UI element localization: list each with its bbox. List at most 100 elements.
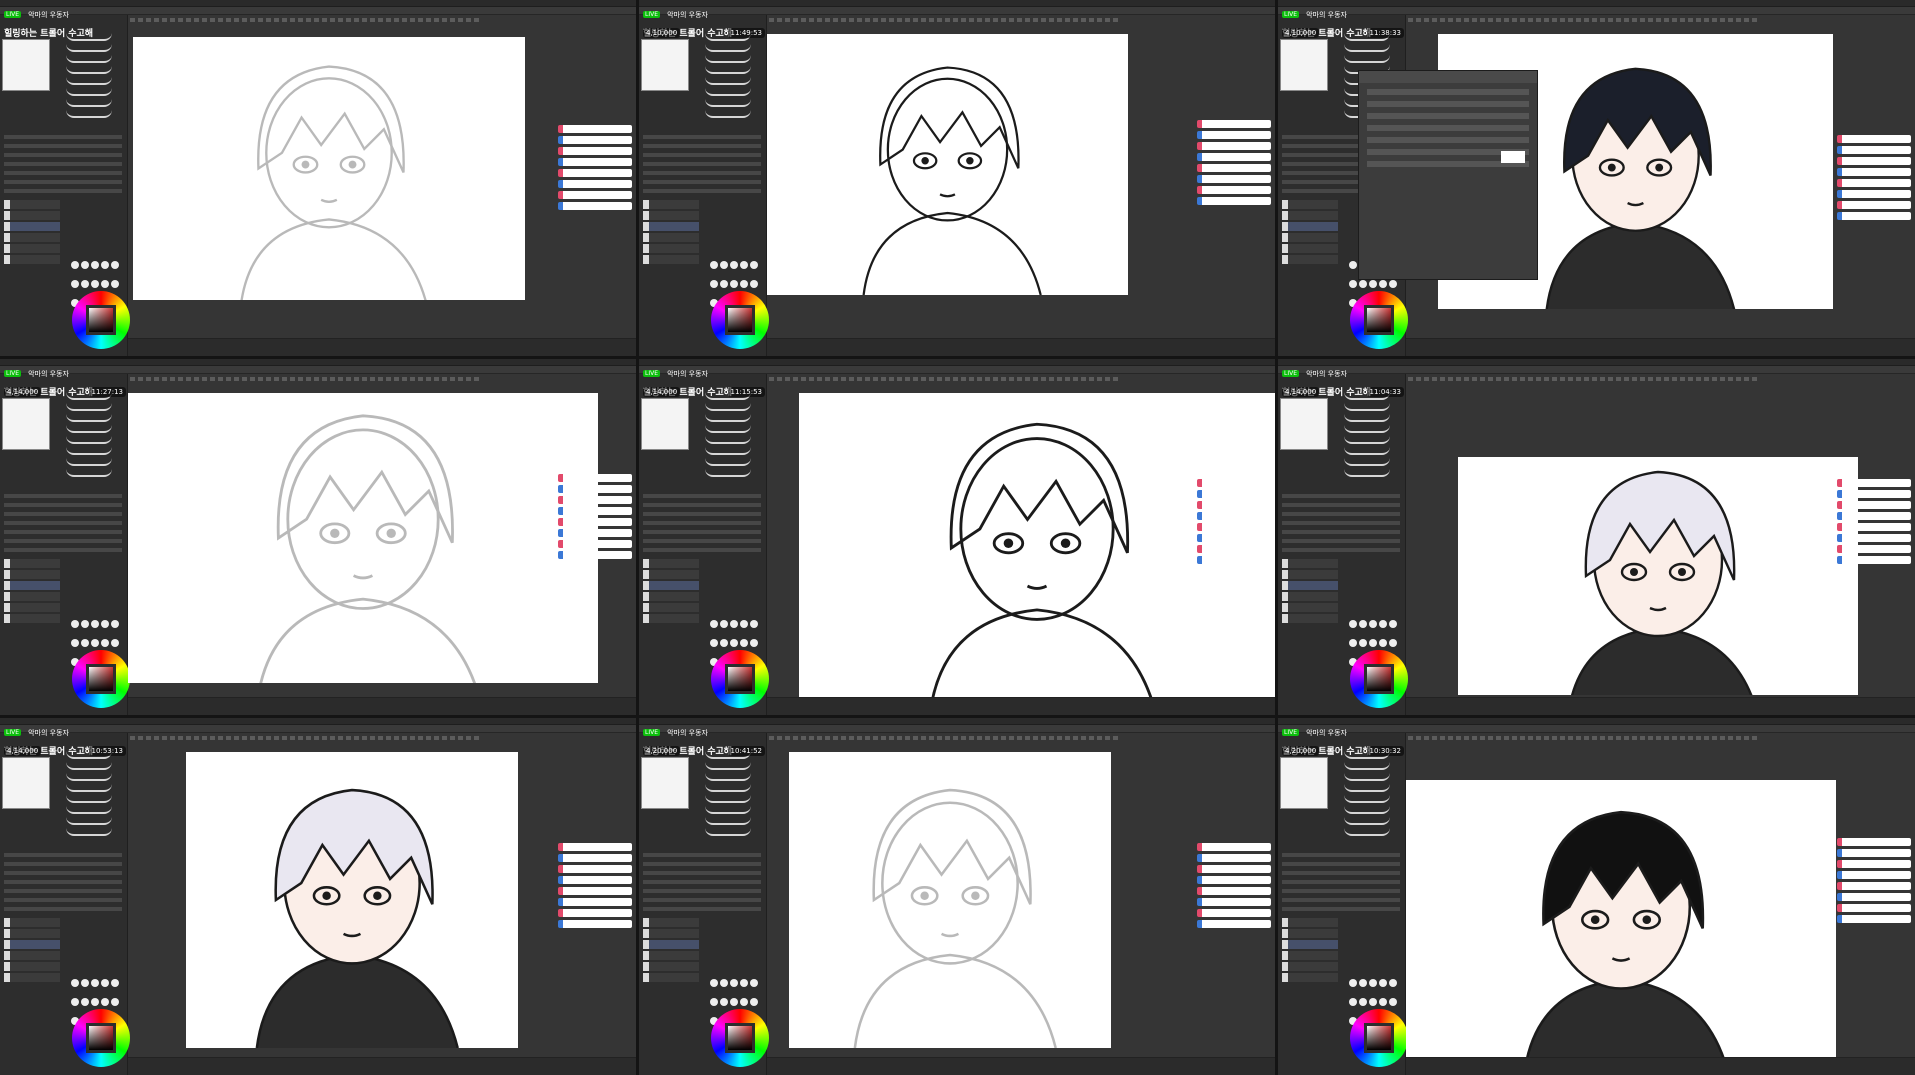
streamer-name: 악마의 우동자: [667, 10, 708, 19]
navigator-thumbnail[interactable]: [641, 757, 689, 809]
layer-list[interactable]: [4, 918, 60, 984]
layer-list[interactable]: [1282, 200, 1338, 266]
viewer-count: 4,14,000: [4, 387, 42, 397]
tool-property-panel[interactable]: [643, 853, 761, 916]
menu-bar[interactable]: [0, 718, 636, 725]
stream-chat: [1197, 479, 1271, 567]
streamer-name: 악마의 우동자: [667, 369, 708, 378]
command-bar[interactable]: [0, 725, 636, 740]
brush-size-list[interactable]: [705, 392, 761, 482]
brush-size-list[interactable]: [66, 751, 122, 841]
drawing-canvas[interactable]: [767, 34, 1128, 295]
layer-list[interactable]: [643, 918, 699, 984]
viewer-count: 4,14,000: [4, 746, 42, 756]
drawing-canvas[interactable]: [133, 37, 525, 300]
streamer-name: 악마의 우동자: [667, 728, 708, 737]
panel: LIVE 악마의 우동자 힐링하는 트롤어 수고해 4,20,000 10:30…: [1278, 718, 1915, 1075]
navigator-thumbnail[interactable]: [1280, 39, 1328, 91]
stream-stats: 4,14,000 11:15:53: [643, 387, 765, 397]
viewer-count: 4,10,000: [643, 28, 681, 38]
stream-stats: 4,14,000 10:53:13: [4, 746, 126, 756]
menu-bar[interactable]: [639, 718, 1275, 725]
color-wheel[interactable]: [72, 1009, 130, 1067]
layer-list[interactable]: [4, 559, 60, 625]
dialog-header[interactable]: [1359, 71, 1537, 83]
streamer-name: 악마의 우동자: [28, 728, 69, 737]
drawing-canvas[interactable]: [128, 393, 598, 683]
stream-stats: 4,20,000 10:30:32: [1282, 746, 1404, 756]
command-bar[interactable]: [639, 7, 1275, 22]
brush-size-list[interactable]: [66, 392, 122, 482]
command-bar[interactable]: [1278, 7, 1915, 22]
color-wheel[interactable]: [711, 650, 769, 708]
tool-property-panel[interactable]: [1282, 853, 1400, 916]
navigator-thumbnail[interactable]: [2, 39, 50, 91]
ok-button[interactable]: [1501, 151, 1525, 163]
color-wheel[interactable]: [1350, 291, 1408, 349]
drawing-canvas[interactable]: [789, 752, 1111, 1048]
color-wheel[interactable]: [72, 650, 130, 708]
command-bar[interactable]: [639, 725, 1275, 740]
command-bar[interactable]: [0, 366, 636, 381]
tool-property-panel[interactable]: [643, 135, 761, 198]
color-wheel[interactable]: [1350, 650, 1408, 708]
canvas-settings-dialog[interactable]: [1358, 70, 1538, 280]
brush-size-list[interactable]: [1344, 392, 1400, 482]
command-bar[interactable]: [639, 366, 1275, 381]
panel: LIVE 악마의 우동자 힐링하는 트롤어 수고해: [0, 0, 636, 356]
navigator-thumbnail[interactable]: [1280, 398, 1328, 450]
drawing-canvas[interactable]: [1458, 457, 1858, 695]
layer-list[interactable]: [1282, 918, 1338, 984]
brush-size-list[interactable]: [1344, 751, 1400, 841]
navigator-thumbnail[interactable]: [2, 398, 50, 450]
tool-property-panel[interactable]: [4, 494, 122, 557]
command-bar[interactable]: [1278, 366, 1915, 381]
panel: LIVE 악마의 우동자 힐링하는 트롤어 수고해 4,20,000 10:41…: [639, 718, 1275, 1075]
stream-chat: [558, 474, 632, 562]
layer-list[interactable]: [643, 559, 699, 625]
color-wheel[interactable]: [72, 291, 130, 349]
layer-list[interactable]: [643, 200, 699, 266]
streamer-name: 악마의 우동자: [28, 369, 69, 378]
color-wheel[interactable]: [711, 291, 769, 349]
command-bar[interactable]: [0, 7, 636, 22]
brush-size-list[interactable]: [705, 33, 761, 123]
menu-bar[interactable]: [0, 359, 636, 366]
navigator-thumbnail[interactable]: [1280, 757, 1328, 809]
menu-bar[interactable]: [1278, 718, 1915, 725]
navigator-thumbnail[interactable]: [641, 39, 689, 91]
stream-stats: 4,10,000 11:49:53: [643, 28, 765, 38]
stream-stats: 4,20,000 10:41:52: [643, 746, 765, 756]
layer-list[interactable]: [4, 200, 60, 266]
stream-overlay: LIVE 악마의 우동자 힐링하는 트롤어 수고해: [4, 4, 93, 39]
menu-bar[interactable]: [639, 0, 1275, 7]
layer-list[interactable]: [1282, 559, 1338, 625]
color-wheel[interactable]: [1350, 1009, 1408, 1067]
menu-bar[interactable]: [1278, 359, 1915, 366]
tool-property-panel[interactable]: [1282, 494, 1400, 557]
tool-property-panel[interactable]: [4, 135, 122, 198]
panel: LIVE 악마의 우동자 힐링하는 트롤어 수고해 4,14,000 11:27…: [0, 359, 636, 715]
tool-property-panel[interactable]: [643, 494, 761, 557]
panel: LIVE 악마의 우동자 힐링하는 트롤어 수고해 4,14,000 11:04…: [1278, 359, 1915, 715]
stream-clock: 11:27:13: [88, 387, 126, 397]
color-wheel[interactable]: [711, 1009, 769, 1067]
stream-chat: [1837, 135, 1911, 223]
navigator-thumbnail[interactable]: [2, 757, 50, 809]
streamer-name: 악마의 우동자: [1306, 10, 1347, 19]
menu-bar[interactable]: [1278, 0, 1915, 7]
stream-clock: 11:38:33: [1366, 28, 1404, 38]
tool-palette: [0, 374, 130, 715]
stream-stats: 4,10,000 11:38:33: [1282, 28, 1404, 38]
menu-bar[interactable]: [639, 359, 1275, 366]
menu-bar[interactable]: [0, 0, 636, 7]
drawing-canvas[interactable]: [186, 752, 518, 1048]
streamer-name: 악마의 우동자: [1306, 728, 1347, 737]
brush-size-list[interactable]: [705, 751, 761, 841]
command-bar[interactable]: [1278, 725, 1915, 740]
stream-clock: 10:41:52: [727, 746, 765, 756]
navigator-thumbnail[interactable]: [641, 398, 689, 450]
brush-size-list[interactable]: [66, 33, 122, 123]
tool-property-panel[interactable]: [4, 853, 122, 916]
drawing-canvas[interactable]: [1406, 780, 1836, 1068]
